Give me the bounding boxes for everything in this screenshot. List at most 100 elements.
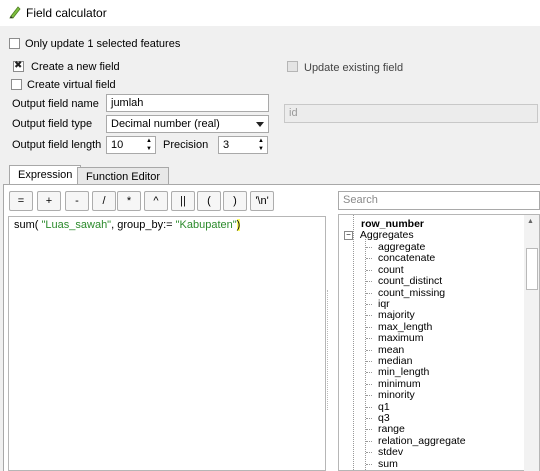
spin-arrows-icon[interactable]: ▲ ▼ (143, 137, 155, 153)
tree-branch-line (366, 440, 372, 442)
tree-group-aggregates[interactable]: − Aggregates (344, 229, 414, 241)
tree-guide-line (353, 215, 354, 470)
tree-branch-line (366, 304, 372, 305)
tree-branch-line (366, 383, 372, 385)
expression-field-arg: "Luas_sawah" (38, 219, 112, 231)
tree-item-function[interactable]: sum (378, 458, 398, 470)
tree-branch-line (366, 338, 372, 340)
operator-minus-button[interactable]: - (65, 191, 89, 211)
output-field-name-value: jumlah (111, 97, 144, 109)
operator-close-paren-button[interactable]: ) (223, 191, 247, 211)
tab-expression[interactable]: Expression (9, 165, 82, 185)
function-search-input[interactable]: Search (338, 191, 540, 210)
operator-equals-button[interactable]: = (9, 191, 33, 211)
tree-item-function[interactable]: minimum (378, 378, 421, 390)
tree-item-function[interactable]: relation_aggregate (378, 435, 466, 447)
tree-item-function[interactable]: count_missing (378, 287, 445, 299)
update-existing-field-label: Update existing field (304, 62, 404, 74)
tree-branch-line (366, 395, 372, 397)
output-field-name-label: Output field name (12, 98, 99, 110)
tree-item-function[interactable]: min_length (378, 366, 429, 378)
tree-group-label: Aggregates (359, 229, 414, 241)
operator-divide-button[interactable]: / (92, 191, 116, 211)
tree-item-function[interactable]: count_distinct (378, 275, 442, 287)
output-field-length-value: 10 (111, 139, 124, 151)
tree-branch-line (366, 258, 372, 260)
tree-item-row-number[interactable]: row_number (361, 218, 424, 230)
tree-item-function[interactable]: mean (378, 344, 404, 356)
tree-branch-line (366, 452, 372, 454)
title-bar: Field calculator (0, 0, 540, 26)
collapse-icon[interactable]: − (344, 230, 353, 240)
operator-open-paren-button[interactable]: ( (197, 191, 221, 211)
tree-item-function[interactable]: stdev (378, 446, 403, 458)
tree-guide-line (365, 239, 366, 470)
tree-item-function[interactable]: minority (378, 389, 415, 401)
output-field-type-label: Output field type (12, 118, 93, 130)
operator-multiply-button[interactable]: * (117, 191, 141, 211)
tree-item-function[interactable]: aggregate (378, 241, 425, 253)
operator-plus-button[interactable]: + (37, 191, 61, 211)
tree-branch-line (366, 463, 372, 465)
tree-branch-line (366, 269, 372, 271)
expression-editor[interactable] (8, 216, 326, 471)
expression-text: sum( "Luas_sawah", group_by:= "Kabupaten… (14, 219, 241, 231)
update-existing-field-checkbox[interactable] (287, 61, 298, 72)
tree-branch-line (366, 406, 372, 408)
output-field-name-input[interactable]: jumlah (106, 94, 269, 112)
tree-item-function[interactable]: median (378, 355, 412, 367)
tree-item-function[interactable]: iqr (378, 298, 390, 310)
tree-item-function[interactable]: maximum (378, 332, 424, 344)
existing-field-placeholder: id (289, 107, 298, 119)
expression-groupby-arg: "Kabupaten" (175, 219, 237, 231)
tree-item-function[interactable]: q3 (378, 412, 390, 424)
output-field-type-value: Decimal number (real) (111, 118, 220, 130)
tab-function-editor[interactable]: Function Editor (77, 167, 169, 185)
tree-item-function[interactable]: count (378, 264, 404, 276)
tree-branch-line (366, 349, 372, 351)
operator-power-button[interactable]: ^ (144, 191, 168, 211)
search-placeholder: Search (343, 194, 378, 206)
precision-label: Precision (163, 139, 209, 151)
scroll-thumb[interactable] (526, 248, 538, 290)
panel-splitter[interactable] (327, 290, 334, 410)
expression-function: sum( (14, 219, 39, 231)
only-update-selected-checkbox[interactable] (9, 38, 20, 49)
expression-close-paren: ) (236, 219, 241, 231)
create-virtual-field-checkbox[interactable] (11, 79, 22, 90)
tree-item-function[interactable]: concatenate (378, 252, 435, 264)
spin-arrows-icon[interactable]: ▲ ▼ (255, 137, 267, 153)
chevron-down-icon[interactable] (252, 116, 268, 132)
tree-branch-line (366, 281, 372, 283)
pencil-icon (9, 6, 21, 19)
tree-item-function[interactable]: range (378, 423, 405, 435)
tree-item-function[interactable]: q1 (378, 401, 390, 413)
operator-concat-button[interactable]: || (171, 191, 195, 211)
tree-item-function[interactable]: max_length (378, 321, 432, 333)
tree-item-function[interactable]: majority (378, 309, 415, 321)
expression-groupby: , group_by:= (111, 219, 176, 231)
output-field-length-label: Output field length (12, 139, 102, 151)
precision-value: 3 (223, 139, 230, 151)
create-new-field-label: Create a new field (31, 61, 120, 73)
tree-branch-line (366, 247, 372, 248)
precision-spinbox[interactable]: 3 ▲ ▼ (218, 136, 268, 154)
output-field-type-select[interactable]: Decimal number (real) (106, 115, 269, 133)
window-title: Field calculator (26, 6, 107, 20)
scroll-up-icon[interactable]: ▲ (527, 218, 534, 225)
tree-branch-line (366, 315, 372, 317)
operator-newline-button[interactable]: '\n' (250, 191, 274, 211)
tree-branch-line (366, 429, 372, 431)
only-update-selected-label: Only update 1 selected features (25, 38, 181, 50)
function-tree[interactable]: row_number − Aggregates aggregate concate… (338, 214, 540, 471)
existing-field-combobox[interactable]: id (284, 104, 538, 123)
tree-branch-line (366, 361, 372, 362)
tree-branch-line (366, 418, 372, 419)
create-new-field-checkbox[interactable] (13, 60, 24, 72)
tree-branch-line (366, 326, 372, 328)
tree-scrollbar[interactable]: ▲ (524, 215, 539, 471)
tree-branch-line (366, 372, 372, 374)
tree-branch-line (366, 292, 372, 294)
output-field-length-spinbox[interactable]: 10 ▲ ▼ (106, 136, 156, 154)
create-virtual-field-label: Create virtual field (27, 79, 116, 91)
